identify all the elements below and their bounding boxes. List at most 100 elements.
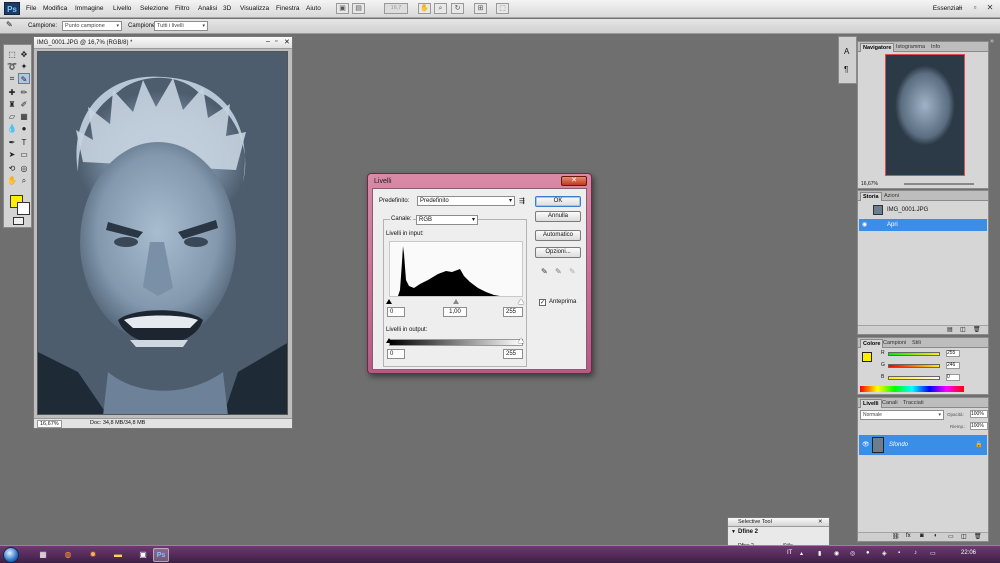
taskbar-folder-icon[interactable]: ▬ (110, 548, 126, 562)
selective-close-icon[interactable]: ✕ (818, 518, 823, 526)
menu-selezione[interactable]: Selezione (140, 5, 169, 12)
channel-select[interactable]: RGB ▾ (416, 215, 478, 225)
layer-mask-icon[interactable]: ◙ (920, 533, 924, 539)
adjustment-layer-icon[interactable]: ◐ (934, 533, 938, 539)
output-white-field[interactable]: 255 (503, 349, 523, 359)
rotate-icon[interactable]: ↻ (451, 3, 464, 14)
doc-minimize-icon[interactable]: – (266, 38, 270, 45)
type-tool-icon[interactable]: T (18, 137, 30, 148)
new-group-icon[interactable]: ▭ (948, 533, 954, 540)
minimize-button[interactable]: – (955, 3, 965, 13)
tray-icon-c[interactable]: ● (866, 550, 870, 556)
input-white-slider[interactable] (518, 299, 524, 304)
taskbar-explorer-icon[interactable]: ▦ (35, 548, 51, 562)
marquee-tool-icon[interactable]: ⬚ (6, 49, 18, 60)
tab-info[interactable]: Info (929, 43, 942, 52)
tray-icon-b[interactable]: ◎ (850, 550, 855, 557)
menu-file[interactable]: File (26, 5, 36, 12)
taskbar-photoshop-icon[interactable]: Ps (153, 548, 169, 562)
new-snapshot-icon[interactable]: ◫ (960, 326, 966, 333)
history-item-apri[interactable]: ◉ Apri (859, 219, 987, 231)
cancel-button[interactable]: Annulla (535, 211, 581, 222)
tray-chevron-icon[interactable]: ▴ (800, 550, 803, 557)
color-foreground-swatch[interactable] (862, 352, 872, 362)
background-color-swatch[interactable] (17, 202, 30, 215)
tab-storia[interactable]: Storia (860, 192, 882, 201)
expand-triangle-icon[interactable]: ▼ (731, 529, 736, 535)
doc-close-icon[interactable]: ✕ (284, 38, 290, 46)
delete-layer-icon[interactable]: 🗑 (974, 533, 982, 540)
preset-options-icon[interactable]: ⇶ (519, 197, 525, 205)
menu-aiuto[interactable]: Aiuto (306, 5, 321, 12)
tab-azioni[interactable]: Azioni (882, 192, 901, 201)
input-black-field[interactable]: 0 (387, 307, 405, 317)
blur-tool-icon[interactable]: 💧 (6, 123, 18, 134)
extras-icon[interactable]: ▤ (352, 3, 365, 14)
channel-b-value[interactable]: 0 (946, 374, 960, 381)
output-black-slider[interactable] (386, 338, 392, 343)
tab-tracciati[interactable]: Tracciati (901, 399, 926, 408)
menu-livello[interactable]: Livello (113, 5, 131, 12)
restore-button[interactable]: ▫ (970, 3, 980, 13)
tray-clock[interactable]: 22:06 (961, 550, 976, 556)
input-white-field[interactable]: 255 (503, 307, 523, 317)
bridge-icon[interactable]: ▣ (336, 3, 349, 14)
preview-checkbox[interactable]: ✓ (539, 299, 546, 306)
quick-mask-icon[interactable] (13, 217, 24, 225)
navigator-zoom[interactable]: 16,67% (861, 181, 878, 187)
menu-filtro[interactable]: Filtro (175, 5, 189, 12)
menu-3d[interactable]: 3D (223, 5, 231, 12)
tab-colore[interactable]: Colore (860, 339, 884, 348)
sample-size-select[interactable]: Punto campione ▾ (62, 21, 122, 31)
dodge-tool-icon[interactable]: ● (18, 123, 30, 134)
eyedropper-icon[interactable]: ✎ (6, 20, 13, 29)
color-spectrum-ramp[interactable] (860, 386, 964, 392)
path-select-icon[interactable]: ➤ (6, 149, 18, 160)
shape-tool-icon[interactable]: ▭ (18, 149, 30, 160)
paragraph-icon[interactable]: ¶ (844, 65, 848, 74)
tray-icon-e[interactable]: ▪ (898, 550, 900, 556)
blend-mode-select[interactable]: Normale ▾ (860, 410, 944, 420)
levels-close-button[interactable]: ✕ (561, 176, 587, 186)
tray-language[interactable]: IT (787, 550, 792, 556)
arrange-icon[interactable]: ⊞ (474, 3, 487, 14)
ok-button[interactable]: OK (535, 196, 581, 207)
collapse-panels-icon[interactable]: » (990, 38, 994, 45)
zoom-tool-icon[interactable]: ⌕ (18, 175, 30, 186)
white-eyedropper-icon[interactable]: ✎ (569, 267, 576, 276)
menu-immagine[interactable]: Immagine (75, 5, 104, 12)
fill-field[interactable]: 100% (970, 422, 988, 430)
taskbar-firefox-icon[interactable]: ◍ (60, 548, 76, 562)
eye-icon[interactable]: 👁 (862, 439, 870, 451)
lasso-tool-icon[interactable]: ➰ (6, 61, 18, 72)
3d-rotate-icon[interactable]: ⟲ (6, 163, 18, 174)
start-button[interactable] (3, 547, 19, 563)
input-gamma-slider[interactable] (453, 299, 459, 304)
tab-canali[interactable]: Canali (880, 399, 900, 408)
tab-navigatore[interactable]: Navigatore (860, 43, 895, 52)
selective-item-dfine[interactable]: Dfine 2 (738, 529, 758, 535)
tray-power-icon[interactable]: ▭ (930, 550, 936, 557)
input-black-slider[interactable] (386, 299, 392, 304)
character-icon[interactable]: A (844, 47, 849, 56)
tab-livelli[interactable]: Livelli (860, 399, 882, 408)
zoom-level[interactable]: 16,7 (384, 3, 408, 14)
link-layers-icon[interactable]: ⛓ (892, 533, 900, 540)
black-eyedropper-icon[interactable]: ✎ (541, 267, 548, 276)
eyedropper-tool-icon[interactable]: ✎ (18, 73, 30, 84)
close-button[interactable]: ✕ (985, 3, 995, 13)
quick-select-icon[interactable]: ✦ (18, 61, 30, 72)
channel-r-slider[interactable] (888, 352, 940, 356)
history-brush-icon[interactable]: ✐ (18, 99, 30, 110)
trash-icon[interactable]: 🗑 (973, 326, 981, 333)
selective-tool-titlebar[interactable]: Selective Tool ✕ (728, 518, 829, 527)
hand-icon[interactable]: ✋ (418, 3, 431, 14)
doc-maximize-icon[interactable]: ▫ (275, 38, 277, 45)
channel-b-slider[interactable] (888, 376, 940, 380)
history-snapshot-row[interactable]: IMG_0001.JPG (859, 203, 987, 217)
taskbar-app-icon[interactable]: ✹ (85, 548, 101, 562)
gradient-tool-icon[interactable]: ▦ (18, 111, 30, 122)
channel-r-value[interactable]: 255 (946, 350, 960, 357)
output-white-slider[interactable] (518, 338, 524, 343)
menu-analisi[interactable]: Analisi (198, 5, 217, 12)
